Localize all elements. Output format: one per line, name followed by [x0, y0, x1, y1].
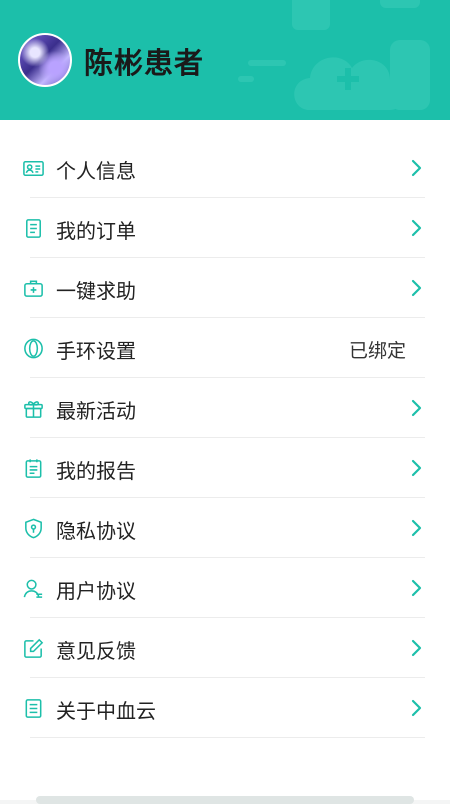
- menu-item-label: 意见反馈: [56, 639, 136, 663]
- bracelet-bound-status: 已绑定: [348, 340, 406, 362]
- menu-item-one-click-help[interactable]: 一键求助: [0, 258, 450, 318]
- bottom-button-edge: [36, 796, 414, 804]
- avatar[interactable]: [18, 33, 72, 87]
- menu-item-bracelet-settings[interactable]: 手环设置 已绑定: [0, 318, 450, 378]
- chevron-right-icon: [411, 519, 422, 537]
- cloud-medical-decoration-icon: [238, 0, 430, 110]
- menu-item-label: 我的报告: [56, 459, 136, 483]
- profile-header: 陈彬患者: [0, 0, 450, 120]
- chevron-right-icon: [411, 459, 422, 477]
- chevron-right-icon: [411, 159, 422, 177]
- chevron-right-icon: [411, 699, 422, 717]
- settings-menu: 个人信息 我的订单 一键求助 手环设置 已绑定 最新活动 我的报告 隐私协议 用…: [0, 120, 450, 804]
- menu-item-privacy-agreement[interactable]: 隐私协议: [0, 498, 450, 558]
- menu-item-my-orders[interactable]: 我的订单: [0, 198, 450, 258]
- menu-item-user-agreement[interactable]: 用户协议: [0, 558, 450, 618]
- menu-item-my-reports[interactable]: 我的报告: [0, 438, 450, 498]
- id-card-icon: [23, 161, 44, 176]
- menu-item-label: 手环设置: [56, 339, 136, 363]
- chevron-right-icon: [411, 219, 422, 237]
- info-doc-icon: [25, 699, 42, 718]
- menu-item-label: 我的订单: [56, 219, 136, 243]
- menu-item-label: 关于中血云: [56, 699, 156, 723]
- chevron-right-icon: [411, 279, 422, 297]
- medical-kit-icon: [24, 280, 43, 297]
- bracelet-icon: [24, 338, 43, 359]
- user-icon: [23, 579, 43, 598]
- report-icon: [25, 459, 42, 478]
- chevron-right-icon: [411, 399, 422, 417]
- menu-item-label: 隐私协议: [56, 519, 136, 543]
- gift-icon: [24, 401, 43, 418]
- menu-item-label: 个人信息: [56, 159, 136, 183]
- shield-lock-icon: [25, 518, 42, 539]
- menu-item-label: 一键求助: [56, 279, 136, 303]
- profile-name: 陈彬患者: [84, 46, 205, 80]
- chevron-right-icon: [411, 639, 422, 657]
- edit-icon: [24, 638, 44, 658]
- document-icon: [26, 219, 41, 238]
- menu-item-feedback[interactable]: 意见反馈: [0, 618, 450, 678]
- menu-item-about[interactable]: 关于中血云: [0, 678, 450, 738]
- chevron-right-icon: [411, 579, 422, 597]
- menu-item-label: 用户协议: [56, 579, 136, 603]
- menu-item-personal-info[interactable]: 个人信息: [0, 138, 450, 198]
- menu-item-latest-activities[interactable]: 最新活动: [0, 378, 450, 438]
- menu-item-label: 最新活动: [56, 399, 136, 423]
